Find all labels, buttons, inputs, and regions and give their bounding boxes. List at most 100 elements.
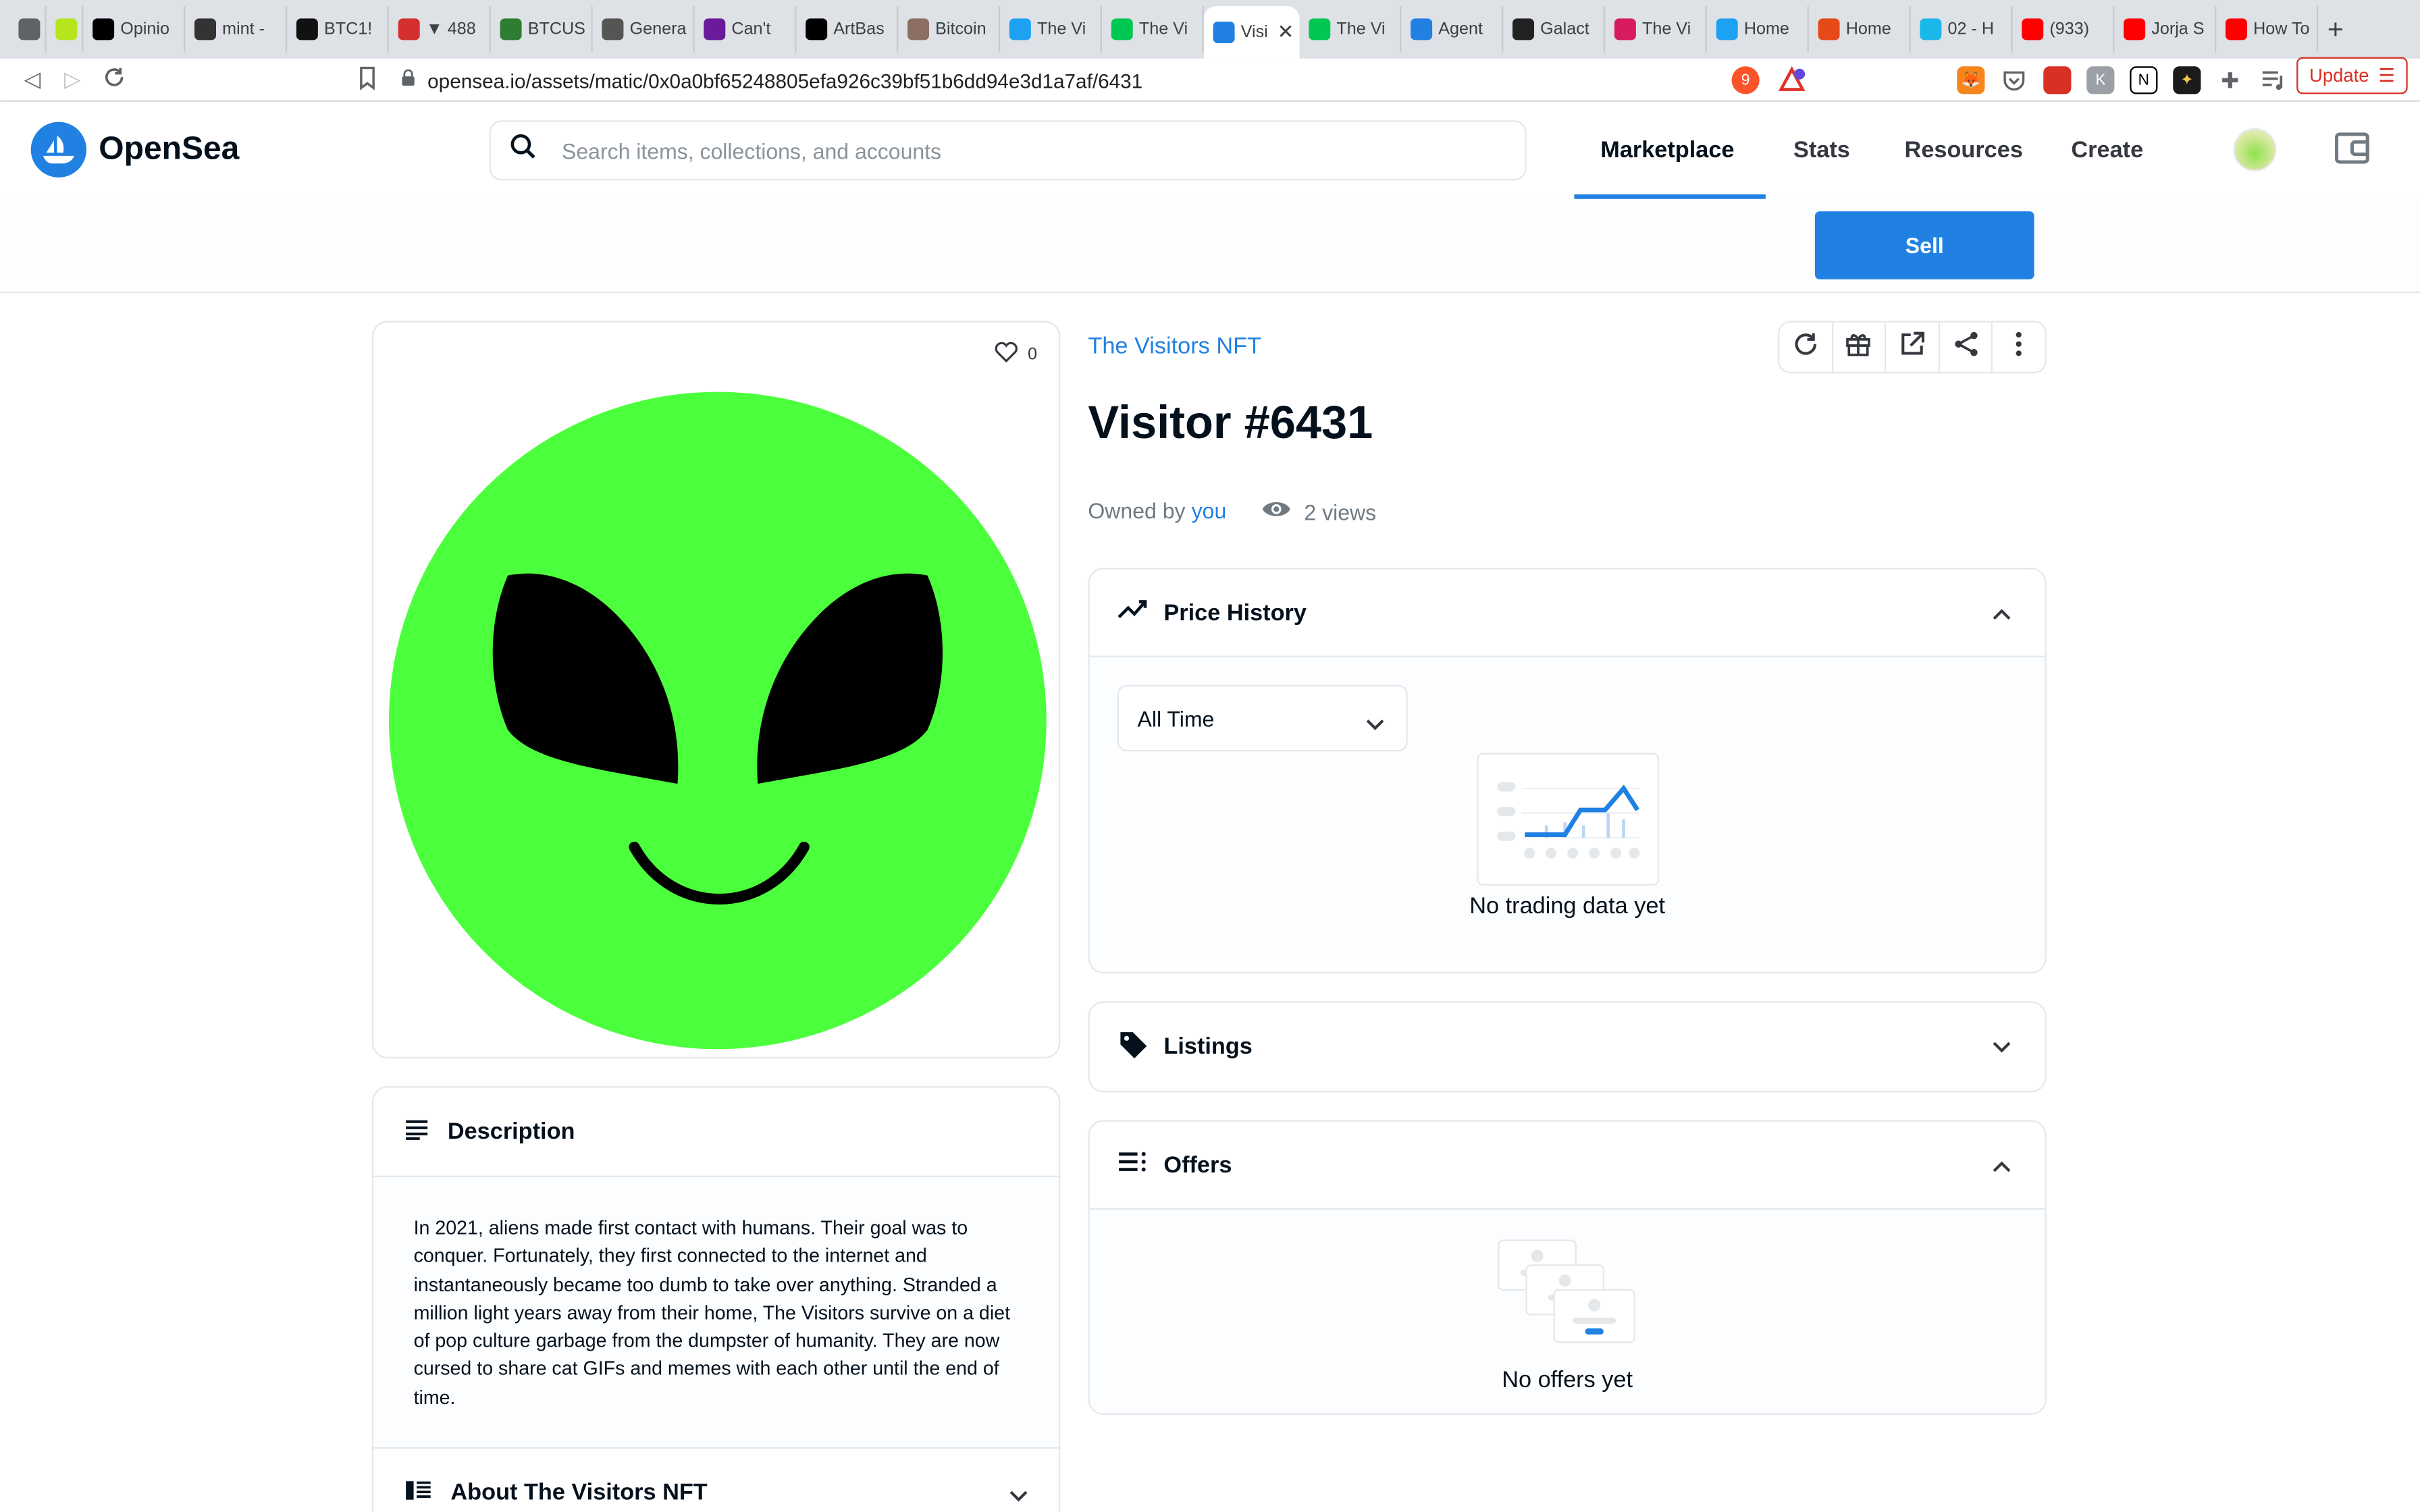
listings-header[interactable]: Listings [1090, 1003, 2045, 1091]
description-heading: Description [447, 1118, 575, 1145]
tab-favicon-icon [704, 18, 726, 40]
browser-toolbar: ◁ ▷ opensea.io/assets/matic/0x0a0bf65248… [0, 58, 2420, 102]
offers-body: No offers yet [1089, 1208, 2045, 1413]
price-history-header[interactable]: Price History [1090, 569, 2045, 655]
forward-icon[interactable]: ▷ [53, 66, 93, 92]
browser-tab[interactable]: The Vi [1300, 6, 1402, 53]
browser-tab[interactable]: Home [1707, 6, 1809, 53]
puzzle-icon[interactable]: ✚ [2216, 66, 2244, 94]
tab-label: 02 - H [1947, 20, 1995, 39]
metamask-icon[interactable]: 🦊 [1957, 66, 1985, 94]
browser-tab[interactable]: Galact [1503, 6, 1606, 53]
nav-create[interactable]: Create [2071, 102, 2143, 199]
opensea-logo-icon [30, 122, 86, 178]
list-icon [1117, 1151, 1149, 1179]
nav-resources[interactable]: Resources [1905, 102, 2023, 199]
notion-icon[interactable]: N [2130, 66, 2158, 94]
browser-tab[interactable]: How To [2216, 6, 2319, 53]
profile-avatar[interactable] [2233, 128, 2277, 171]
browser-tab[interactable]: (933) [2013, 6, 2115, 53]
description-header[interactable]: Description [373, 1087, 1059, 1177]
tab-favicon-icon [2225, 18, 2247, 40]
new-tab-icon[interactable]: + [2318, 13, 2352, 45]
browser-tab[interactable]: ▼ 488 [389, 6, 491, 53]
no-trading-data-text: No trading data yet [1469, 893, 1665, 920]
more-vertical-icon [2014, 329, 2024, 365]
browser-tab[interactable]: The Vi [1102, 6, 1204, 53]
bookmark-icon[interactable] [358, 66, 376, 99]
extension-gray-icon[interactable]: K [2086, 66, 2115, 94]
tab-label: Genera [629, 20, 687, 39]
back-icon[interactable]: ◁ [12, 66, 52, 92]
time-range-value: All Time [1137, 705, 1215, 731]
update-button[interactable]: Update ☰ [2296, 57, 2408, 94]
browser-tab[interactable]: Can't [695, 6, 797, 53]
update-label: Update [2309, 64, 2369, 86]
address-bar[interactable]: opensea.io/assets/matic/0x0a0bf65248805e… [401, 63, 1716, 97]
more-options-button[interactable] [1993, 323, 2045, 372]
tab-favicon-icon [1213, 21, 1235, 43]
brave-rewards-icon[interactable] [1778, 66, 1806, 94]
browser-tab[interactable] [47, 6, 84, 53]
tab-label: Home [1743, 20, 1789, 39]
tab-favicon-icon [907, 18, 929, 40]
browser-tab[interactable]: Visi ✕ [1203, 6, 1300, 59]
browser-tab[interactable]: The Vi [1000, 6, 1102, 53]
share-button[interactable] [1940, 322, 1993, 372]
extension-red-icon[interactable] [2043, 66, 2072, 94]
tab-favicon-icon [1716, 18, 1738, 40]
trending-icon [1117, 599, 1149, 626]
extension-dark-icon[interactable]: ✦ [2173, 66, 2201, 94]
tab-label: Opinio [120, 20, 169, 39]
sell-button[interactable]: Sell [1814, 211, 2034, 279]
tab-favicon-icon [602, 18, 624, 40]
browser-tab[interactable]: Jorja S [2114, 6, 2217, 53]
tag-icon [1117, 1028, 1149, 1065]
transfer-button[interactable] [1833, 322, 1887, 372]
pocket-icon[interactable] [2000, 66, 2028, 94]
external-link-button[interactable] [1887, 322, 1940, 372]
browser-tab[interactable] [9, 6, 47, 53]
owner-link[interactable]: you [1192, 498, 1227, 523]
tab-favicon-icon [194, 18, 216, 40]
browser-tab[interactable]: ArtBas [796, 6, 899, 53]
browser-tab[interactable]: Genera [593, 6, 695, 53]
browser-tab[interactable]: The Vi [1605, 6, 1707, 53]
about-collection-header[interactable]: About The Visitors NFT [373, 1447, 1059, 1512]
browser-tab[interactable]: Opinio [83, 6, 186, 53]
refresh-metadata-button[interactable] [1779, 322, 1833, 372]
search-input[interactable] [561, 138, 1426, 163]
refresh-icon [1791, 329, 1819, 365]
browser-tab[interactable]: Home [1809, 6, 1911, 53]
brave-shield-icon[interactable]: 9 [1731, 66, 1760, 94]
nav-marketplace[interactable]: Marketplace [1600, 102, 1734, 199]
collection-link[interactable]: The Visitors NFT [1088, 333, 1261, 360]
time-range-select[interactable]: All Time [1117, 684, 1408, 752]
tab-label: Galact [1540, 20, 1589, 39]
browser-tab[interactable]: 02 - H [1911, 6, 2013, 53]
tab-label: ArtBas [833, 20, 885, 39]
media-queue-icon[interactable] [2259, 66, 2287, 94]
listings-panel: Listings [1088, 1001, 2047, 1093]
browser-tab[interactable]: Agent [1401, 6, 1504, 53]
nft-image[interactable] [388, 390, 1048, 1050]
nav-stats[interactable]: Stats [1793, 102, 1850, 199]
browser-tab[interactable]: BTCUS [491, 6, 593, 53]
tab-favicon-icon [93, 18, 115, 40]
tab-favicon-icon [296, 18, 318, 40]
tab-label: How To [2253, 20, 2310, 39]
favorite-button[interactable]: 0 [994, 341, 1037, 367]
wallet-icon[interactable] [2334, 131, 2371, 173]
browser-tab[interactable]: Bitcoin [898, 6, 1001, 53]
about-icon [404, 1479, 432, 1507]
tab-favicon-icon [398, 18, 420, 40]
browser-tab[interactable]: mint - [185, 6, 288, 53]
opensea-logo[interactable]: OpenSea [30, 122, 240, 178]
browser-tab[interactable]: BTC1! [287, 6, 389, 53]
reload-icon[interactable] [102, 65, 127, 97]
tab-favicon-icon [2022, 18, 2044, 40]
search-box[interactable] [489, 120, 1527, 181]
close-tab-icon[interactable]: ✕ [1277, 20, 1294, 45]
tab-favicon-icon [1009, 18, 1031, 40]
offers-header[interactable]: Offers [1090, 1122, 2045, 1208]
